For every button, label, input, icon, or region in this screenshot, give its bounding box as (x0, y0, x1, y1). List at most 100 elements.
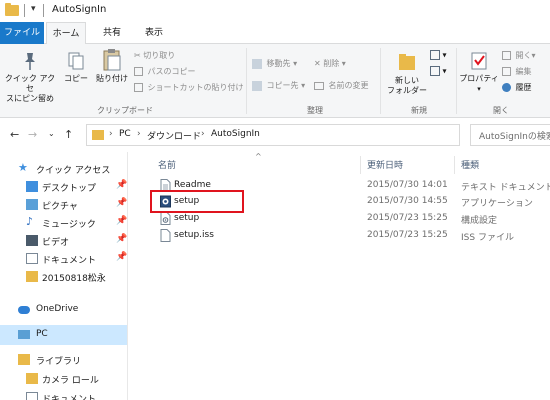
nav-item-folder-20150818[interactable]: 20150818松永 (0, 267, 127, 287)
music-icon: ♪ (26, 215, 34, 228)
edit-button[interactable]: 編集 (502, 66, 532, 77)
delete-label: 削除 (323, 59, 340, 68)
move-icon (252, 58, 262, 69)
new-folder-label-1: 新しい (395, 76, 419, 85)
rename-button[interactable]: 名前の変更 (314, 80, 369, 91)
file-modified: 2015/07/30 14:01 (367, 180, 448, 190)
title-bar: ▾ AutoSignIn (0, 0, 550, 22)
divider (24, 4, 25, 17)
new-item-button[interactable]: ▾ (430, 50, 447, 60)
column-header-type[interactable]: 種類 (461, 158, 479, 176)
file-modified: 2015/07/23 15:25 (367, 213, 448, 223)
delete-button[interactable]: ✕ 削除 ▾ (314, 58, 346, 69)
new-folder-icon (399, 54, 415, 70)
divider (43, 4, 44, 17)
file-type: 構成設定 (461, 216, 498, 226)
file-name: Readme (174, 180, 211, 190)
file-row[interactable]: setup.iss 2015/07/23 15:25 ISS ファイル (148, 227, 550, 244)
properties-icon (471, 52, 487, 70)
new-group-label: 新規 (411, 106, 427, 115)
file-name: setup (174, 213, 200, 223)
properties-label: プロパティ (459, 74, 499, 83)
forward-arrow-icon[interactable]: → (28, 128, 37, 141)
nav-onedrive[interactable]: OneDrive (0, 300, 127, 320)
nav-label: クイック アクセス (36, 166, 111, 176)
navigation-bar: ← → ⌄ ↑ › PC › ダウンロード › AutoSignIn AutoS… (0, 118, 550, 152)
library-icon (18, 354, 30, 365)
tab-home[interactable]: ホーム (46, 22, 86, 45)
breadcrumb-downloads[interactable]: ダウンロード (147, 129, 201, 142)
new-folder-button[interactable]: 新しい フォルダー (386, 48, 428, 96)
breadcrumb-separator-icon[interactable]: › (201, 129, 205, 139)
new-item-icon (430, 50, 440, 60)
nav-quick-access[interactable]: ★ クイック アクセス (0, 159, 127, 179)
recent-locations-icon[interactable]: ⌄ (48, 129, 55, 138)
copy-to-button[interactable]: コピー先 ▾ (252, 80, 305, 91)
edit-icon (502, 67, 511, 76)
tab-view[interactable]: 表示 (136, 22, 172, 44)
copy-path-button[interactable]: パスのコピー (134, 66, 196, 77)
breadcrumb-pc[interactable]: PC (119, 129, 131, 139)
search-input[interactable]: AutoSignInの検索 (470, 124, 550, 146)
cut-label: 切り取り (143, 51, 176, 60)
pin-icon (25, 53, 35, 70)
nav-label: ミュージック (42, 220, 96, 230)
nav-lib-documents[interactable]: ドキュメント (0, 388, 127, 400)
new-folder-label-2: フォルダー (387, 86, 427, 95)
pin-icon: 📌 (116, 198, 128, 208)
nav-lib-camera-roll[interactable]: カメラ ロール (0, 369, 127, 389)
pin-quick-access-button[interactable]: クイック アクセ スにピン留め (3, 48, 57, 104)
move-to-label: 移動先 (266, 59, 291, 68)
nav-label: 20150818松永 (42, 274, 106, 284)
quick-access-dropdown-icon[interactable]: ▾ (31, 4, 36, 14)
computer-icon (18, 330, 30, 339)
up-arrow-icon[interactable]: ↑ (64, 128, 73, 141)
tab-share[interactable]: 共有 (94, 22, 130, 44)
address-bar[interactable]: › PC › ダウンロード › AutoSignIn (86, 124, 460, 146)
move-to-button[interactable]: 移動先 ▾ (252, 58, 297, 69)
paste-button[interactable]: 貼り付け (94, 48, 130, 84)
column-header-name[interactable]: 名前 (158, 158, 176, 176)
pin-icon: 📌 (116, 180, 128, 190)
breadcrumb-separator-icon[interactable]: › (109, 129, 113, 139)
nav-pc[interactable]: PC (0, 325, 127, 345)
back-arrow-icon[interactable]: ← (10, 128, 19, 141)
file-type: テキスト ドキュメント (461, 183, 550, 193)
open-button[interactable]: 開く▾ (502, 50, 536, 61)
ribbon: クイック アクセ スにピン留め コピー 貼り付け ✂ 切り取り パスのコピー シ… (0, 44, 550, 118)
nav-libraries[interactable]: ライブラリ (0, 350, 127, 370)
nav-item-music[interactable]: ♪ ミュージック 📌 (0, 213, 128, 233)
divider[interactable] (454, 156, 455, 174)
sort-ascending-icon: ^ (255, 152, 262, 161)
nav-item-desktop[interactable]: デスクトップ 📌 (0, 177, 128, 197)
nav-item-documents[interactable]: ドキュメント 📌 (0, 249, 127, 269)
paste-shortcut-button[interactable]: ショートカットの貼り付け (134, 82, 244, 93)
pin-icon: 📌 (116, 216, 128, 226)
pictures-icon (26, 199, 38, 210)
breadcrumb-separator-icon[interactable]: › (137, 129, 141, 139)
annotation-highlight-box (150, 190, 244, 213)
cloud-icon (18, 306, 30, 314)
folder-icon (26, 373, 38, 384)
tab-file[interactable]: ファイル (0, 22, 44, 44)
cut-button[interactable]: ✂ 切り取り (134, 50, 175, 61)
paste-icon (103, 49, 121, 71)
history-button[interactable]: 履歴 (502, 82, 532, 93)
breadcrumb-autosignin[interactable]: AutoSignIn (211, 129, 260, 139)
nav-label: デスクトップ (42, 184, 97, 194)
open-icon (502, 51, 511, 60)
file-name: setup.iss (174, 230, 214, 240)
copy-path-label: パスのコピー (147, 67, 196, 76)
nav-item-pictures[interactable]: ピクチャ 📌 (0, 195, 128, 215)
copy-button[interactable]: コピー (60, 48, 92, 84)
nav-label: PC (36, 329, 48, 339)
easy-access-button[interactable]: ▾ (430, 66, 447, 76)
nav-label: ライブラリ (36, 357, 82, 367)
properties-button[interactable]: プロパティ ▾ (457, 48, 501, 94)
ribbon-tabs: ファイル ホーム 共有 表示 (0, 22, 550, 45)
nav-item-videos[interactable]: ビデオ 📌 (0, 231, 127, 251)
divider[interactable] (360, 156, 361, 174)
organize-group-label: 整理 (307, 106, 323, 115)
column-header-modified[interactable]: 更新日時 (367, 158, 403, 176)
divider (380, 48, 381, 114)
